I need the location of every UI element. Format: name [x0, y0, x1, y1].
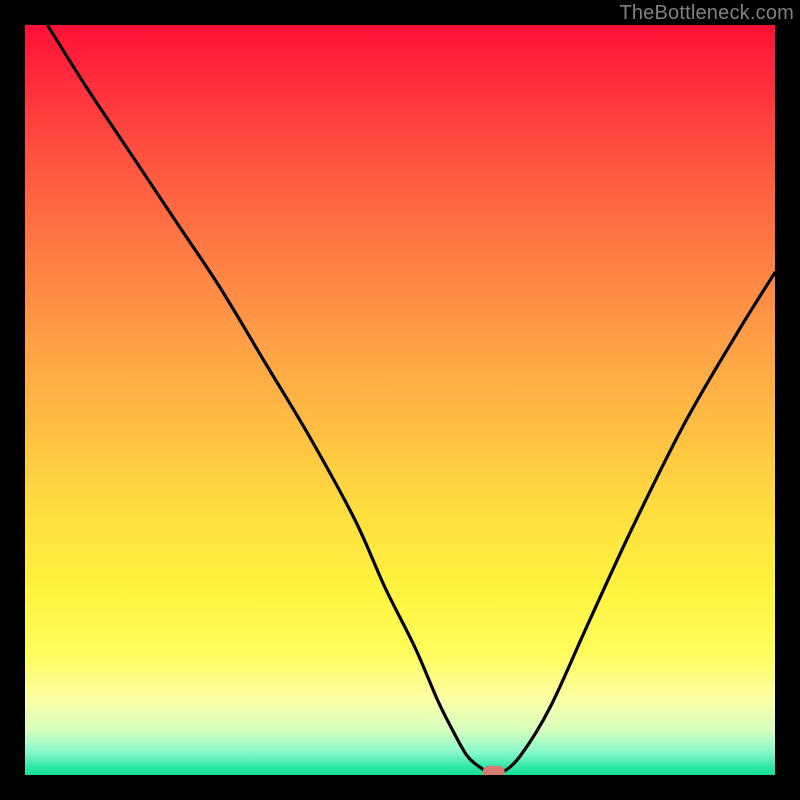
- watermark-text: TheBottleneck.com: [619, 2, 794, 25]
- chart-stage: TheBottleneck.com: [0, 0, 800, 800]
- bottleneck-curve: [48, 25, 776, 774]
- minimum-marker: [483, 766, 505, 775]
- plot-area: [25, 25, 775, 775]
- curve-layer: [25, 25, 775, 775]
